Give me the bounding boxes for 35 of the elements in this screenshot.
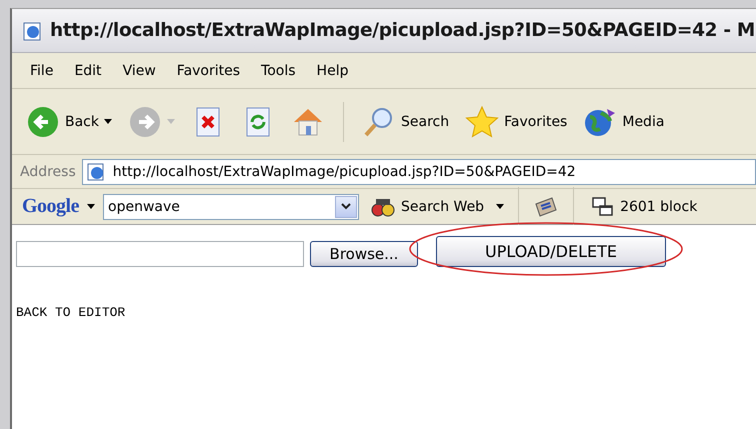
menu-item[interactable]: View: [114, 62, 169, 78]
button-label: Favorites: [504, 114, 568, 130]
search-web-button[interactable]: Search Web: [367, 196, 488, 216]
chevron-down-icon: [341, 203, 351, 210]
star-icon: [465, 104, 500, 138]
media-button[interactable]: Media: [579, 104, 668, 138]
menu-item[interactable]: File: [22, 62, 66, 78]
upload-delete-button[interactable]: UPLOAD/DELETE: [436, 236, 666, 266]
windows-icon: [592, 196, 614, 216]
window-title: http://localhost/ExtraWapImage/picupload.jsp?ID=50&PAGEID=42 - M: [50, 20, 756, 41]
popup-blocker-button[interactable]: 2601 block: [588, 196, 702, 216]
address-label: Address: [20, 164, 76, 180]
caret-icon: [496, 204, 504, 209]
button-label: Back: [65, 114, 99, 130]
menu-item[interactable]: Help: [308, 62, 362, 78]
button-label: Search: [401, 114, 450, 130]
search-field[interactable]: openwave: [103, 194, 359, 220]
caret-icon: [104, 119, 112, 124]
menu-item[interactable]: Favorites: [168, 62, 254, 78]
caret-icon: [87, 204, 95, 209]
caret-icon: [167, 119, 175, 124]
back-button[interactable]: Back: [22, 104, 116, 138]
back-to-editor-link[interactable]: BACK TO EDITOR: [16, 305, 126, 320]
favorites-button[interactable]: Favorites: [461, 104, 572, 138]
search-button[interactable]: Search: [358, 104, 454, 138]
menu-item[interactable]: Edit: [66, 62, 115, 78]
news-icon[interactable]: [533, 196, 560, 218]
dropdown-button[interactable]: [335, 196, 357, 218]
button-label: Media: [622, 114, 664, 130]
google-logo[interactable]: Google: [22, 195, 79, 218]
address-field[interactable]: http://localhost/ExtraWapImage/picupload.jsp?ID=50&PAGEID=42: [82, 158, 756, 184]
browse-button[interactable]: Browse...: [310, 241, 418, 267]
binoculars-icon: [371, 196, 395, 216]
file-path-field[interactable]: [16, 241, 304, 267]
menu-item[interactable]: Tools: [253, 62, 309, 78]
